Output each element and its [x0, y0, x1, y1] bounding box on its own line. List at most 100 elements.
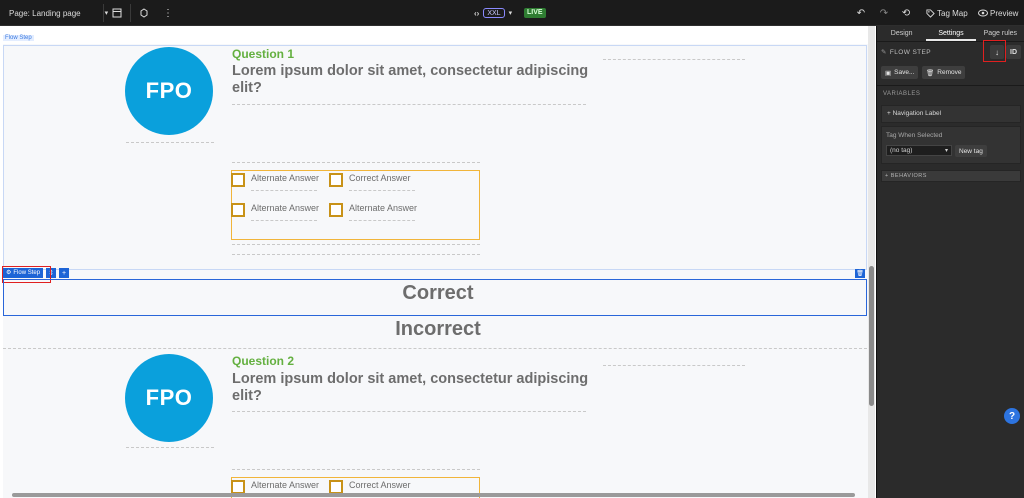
code-icon: ‹›: [474, 8, 480, 18]
answer-label: Alternate Answer: [251, 203, 320, 213]
question-text: Lorem ipsum dolor sit amet, consectetur …: [232, 371, 589, 404]
page-selector-label: Page: Landing page: [9, 8, 81, 18]
preview-label: Preview: [990, 8, 1019, 18]
checkbox[interactable]: [329, 203, 343, 217]
correct-heading: Correct: [402, 282, 474, 304]
live-status: LIVE: [524, 0, 546, 26]
answer-label: Alternate Answer: [349, 203, 418, 213]
question-text: Lorem ipsum dolor sit amet, consectetur …: [232, 63, 589, 96]
layout-icon: [110, 6, 124, 20]
answer-option[interactable]: Correct Answer: [329, 173, 411, 187]
layout-guide: [232, 244, 480, 245]
settings-panel: Design Settings Page rules ✎ FLOW STEP ↓…: [876, 26, 1024, 498]
vertical-scrollbar[interactable]: [869, 266, 874, 406]
trash-icon: 🗑: [856, 271, 864, 277]
navigation-label-text: + Navigation Label: [887, 110, 942, 117]
history-button[interactable]: ⟲: [899, 0, 913, 26]
layout-guide: [232, 254, 480, 255]
eye-icon: [977, 6, 988, 20]
chevron-down-icon: ▾: [508, 10, 513, 17]
incorrect-heading: Incorrect: [395, 318, 481, 340]
behaviors-header: + BEHAVIORS: [885, 173, 927, 179]
tag-map-label: Tag Map: [937, 8, 968, 18]
undo-button[interactable]: ↶: [854, 0, 868, 26]
new-tag-button[interactable]: New tag: [955, 145, 987, 157]
add-button[interactable]: +: [59, 268, 70, 278]
layout-guide: [251, 220, 317, 221]
save-button[interactable]: ▣ Save...: [881, 66, 919, 79]
answer-label: Alternate Answer: [251, 480, 320, 490]
answer-option[interactable]: Alternate Answer: [231, 480, 319, 494]
answer-option[interactable]: Alternate Answer: [231, 173, 319, 187]
save-button-label: Save...: [894, 69, 915, 76]
section-title: FLOW STEP: [889, 48, 932, 56]
answer-label: Correct Answer: [349, 173, 411, 183]
trash-icon: 🗑: [926, 69, 935, 77]
layout-guide: [232, 411, 586, 412]
tag-icon: [925, 6, 936, 20]
pencil-icon: ✎: [881, 49, 887, 56]
remove-button[interactable]: 🗑 Remove: [922, 66, 966, 79]
checkbox[interactable]: [329, 173, 343, 187]
variables-header: VARIABLES: [883, 91, 921, 97]
redo-icon: ↷: [879, 7, 889, 19]
divider: [103, 4, 104, 22]
tag-when-selected-label: Tag When Selected: [886, 132, 943, 139]
editor-canvas[interactable]: Flow Step FPO Question 1 Lorem ipsum dol…: [0, 26, 876, 498]
save-icon: ▣: [885, 69, 892, 77]
fpo-avatar: FPO: [125, 354, 213, 442]
answer-option[interactable]: Correct Answer: [329, 480, 411, 494]
layout-guide: [251, 190, 317, 191]
answer-option[interactable]: Alternate Answer: [231, 203, 319, 217]
layout-guide: [349, 190, 415, 191]
layout-guide: [603, 365, 745, 366]
layout-guide: [126, 142, 214, 143]
live-badge: LIVE: [524, 8, 546, 18]
tab-design[interactable]: Design: [877, 26, 926, 41]
layout-guide: [603, 59, 745, 60]
undo-icon: ↶: [856, 7, 866, 19]
checkbox[interactable]: [231, 203, 245, 217]
divider: [877, 85, 1024, 86]
delete-button[interactable]: 🗑: [855, 269, 865, 278]
layout-guide: [232, 469, 480, 470]
chevron-down-icon: ▾: [104, 10, 109, 17]
layout-guide: [126, 447, 214, 448]
layout-guide: [232, 104, 586, 105]
tab-page-rules[interactable]: Page rules: [976, 26, 1024, 41]
preview-button[interactable]: Preview: [977, 0, 1018, 26]
layout-guide: [3, 348, 867, 349]
redo-button[interactable]: ↷: [877, 0, 891, 26]
highlight-box: [983, 40, 1006, 62]
more-vertical-icon: ⋮: [163, 7, 173, 19]
horizontal-scrollbar[interactable]: [12, 493, 855, 497]
page-selector[interactable]: Page: Landing page ▾: [9, 0, 108, 26]
id-button[interactable]: ID: [1006, 45, 1021, 59]
more-button[interactable]: ⋮: [161, 0, 175, 26]
breakpoint-badge: XXL: [483, 8, 505, 18]
plus-icon: +: [62, 269, 67, 277]
chevron-down-icon: ▾: [944, 148, 948, 154]
flow-step-label[interactable]: Flow Step: [3, 35, 34, 41]
layout-guide: [232, 162, 480, 163]
tag-select-value: (no tag): [890, 147, 913, 154]
palette-icon: [137, 6, 151, 20]
checkbox[interactable]: [329, 480, 343, 494]
layout-button[interactable]: [110, 0, 124, 26]
vertical-scroll-track: [868, 26, 875, 498]
checkbox[interactable]: [231, 480, 245, 494]
answer-label: Correct Answer: [349, 480, 411, 490]
history-icon: ⟲: [901, 7, 911, 19]
remove-button-label: Remove: [937, 69, 962, 76]
answer-option[interactable]: Alternate Answer: [329, 203, 417, 217]
tag-map-button[interactable]: Tag Map: [925, 0, 968, 26]
tag-select[interactable]: (no tag) ▾: [886, 145, 952, 156]
theme-button[interactable]: [137, 0, 151, 26]
help-button[interactable]: ?: [1004, 408, 1020, 424]
tab-settings[interactable]: Settings: [926, 26, 976, 41]
fpo-avatar: FPO: [125, 47, 213, 135]
question-number: Question 2: [232, 354, 295, 368]
checkbox[interactable]: [231, 173, 245, 187]
breakpoint-selector[interactable]: ‹› XXL ▾: [474, 0, 512, 26]
answer-label: Alternate Answer: [251, 173, 320, 183]
